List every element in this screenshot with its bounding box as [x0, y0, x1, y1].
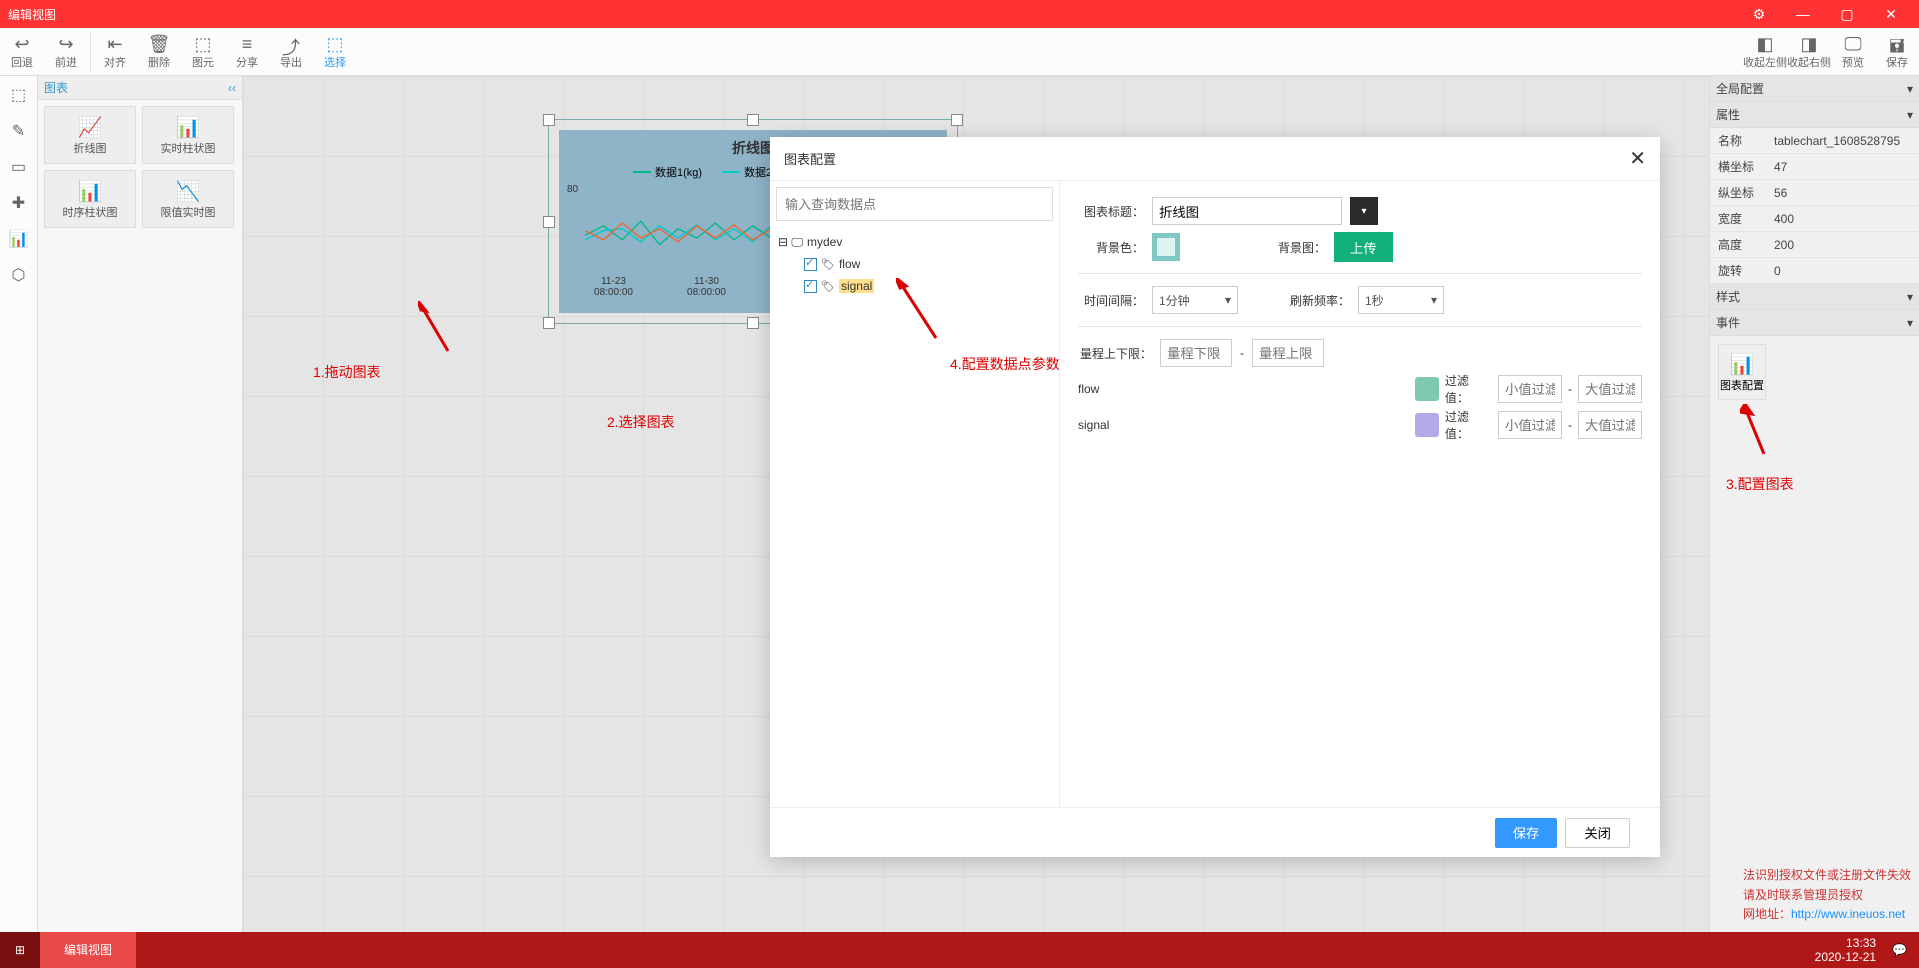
bg-color-picker[interactable] [1152, 233, 1180, 261]
annotation-2: 2.选择图表 [607, 412, 675, 432]
notification-icon[interactable]: 💬 [1892, 943, 1907, 957]
start-button[interactable]: ⊞ [0, 932, 40, 968]
resize-handle[interactable] [543, 114, 555, 126]
export-button[interactable]: ⤴导出 [269, 34, 313, 70]
toolbar: ↩回退 ↪前进 ⇤对齐 🗑删除 ⬚图元 ≡分享 ⤴导出 ⬚选择 ◧收起左侧 ◨收… [0, 28, 1919, 76]
properties-panel: 全局配置▾ 属性▾ 名称tablechart_1608528795 横坐标47 … [1709, 76, 1919, 952]
collapse-right-button[interactable]: ◨收起右侧 [1787, 34, 1831, 70]
close-button[interactable]: ✕ [1871, 0, 1911, 28]
resize-handle[interactable] [747, 114, 759, 126]
datapoint-search-input[interactable] [776, 187, 1053, 221]
magic-icon[interactable]: ✎ [6, 118, 32, 144]
prop-y[interactable]: 56 [1774, 186, 1919, 200]
tree-node-flow[interactable]: 🏷 flow [778, 253, 1051, 275]
event-header[interactable]: 事件 [1716, 310, 1740, 336]
collapse-left-button[interactable]: ◧收起左侧 [1743, 34, 1787, 70]
share-button[interactable]: ≡分享 [225, 34, 269, 70]
palette-timeseries-bar[interactable]: 📊时序柱状图 [44, 170, 136, 228]
prop-width[interactable]: 400 [1774, 212, 1919, 226]
align-button[interactable]: ⇤对齐 [93, 34, 137, 70]
collapse-icon[interactable]: ▾ [1907, 76, 1913, 102]
taskbar: ⊞ 编辑视图 13:332020-12-21 💬 [0, 932, 1919, 968]
clock: 13:332020-12-21 [1815, 936, 1876, 964]
taskbar-item[interactable]: 编辑视图 [40, 932, 136, 968]
titlebar: 编辑视图 ⚙ — ▢ ✕ [0, 0, 1919, 28]
tree-node-signal[interactable]: 🏷 signal [778, 275, 1051, 297]
dialog-close-icon[interactable]: ✕ [1629, 146, 1646, 171]
auth-warning: 法识别授权文件或注册文件失效 请及时联系管理员授权 网地址：http://www… [1743, 866, 1911, 924]
series-color-signal[interactable] [1415, 413, 1439, 437]
chart-title-input[interactable] [1152, 197, 1342, 225]
undo-button[interactable]: ↩回退 [0, 34, 44, 70]
global-config-header[interactable]: 全局配置 [1716, 76, 1764, 102]
shapes-icon[interactable]: ⬚ [6, 82, 32, 108]
layout-icon[interactable]: ▭ [6, 154, 32, 180]
tree-root[interactable]: ⊟ 🖵 mydev [778, 231, 1051, 253]
element-button[interactable]: ⬚图元 [181, 34, 225, 70]
palette-collapse-icon[interactable]: ‹‹ [228, 76, 236, 99]
prop-x[interactable]: 47 [1774, 160, 1919, 174]
palette-title: 图表 [44, 76, 68, 99]
palette-limit-chart[interactable]: 📉限值实时图 [142, 170, 234, 228]
signal-low-filter[interactable] [1498, 411, 1562, 439]
collapse-icon[interactable]: ▾ [1907, 102, 1913, 128]
interval-select[interactable]: 1分钟▾ [1152, 286, 1238, 314]
dialog-save-button[interactable]: 保存 [1495, 818, 1558, 848]
collapse-icon[interactable]: ▾ [1907, 284, 1913, 310]
prop-rotate[interactable]: 0 [1774, 264, 1919, 278]
upload-button[interactable]: 上传 [1334, 232, 1393, 262]
puzzle-icon[interactable]: ✚ [6, 190, 32, 216]
redo-button[interactable]: ↪前进 [44, 34, 88, 70]
minimize-button[interactable]: — [1783, 0, 1823, 28]
maximize-button[interactable]: ▢ [1827, 0, 1867, 28]
series-color-flow[interactable] [1415, 377, 1439, 401]
dialog-close-button[interactable]: 关闭 [1565, 818, 1630, 848]
signal-high-filter[interactable] [1578, 411, 1642, 439]
settings-icon[interactable]: ⚙ [1739, 0, 1779, 28]
flow-high-filter[interactable] [1578, 375, 1642, 403]
palette-realtime-bar[interactable]: 📊实时柱状图 [142, 106, 234, 164]
filter-name-flow: flow [1078, 382, 1409, 396]
delete-button[interactable]: 🗑删除 [137, 34, 181, 70]
attr-header[interactable]: 属性 [1716, 102, 1740, 128]
range-low-input[interactable] [1160, 339, 1232, 367]
range-high-input[interactable] [1252, 339, 1324, 367]
chart-palette: 图表 ‹‹ 📈折线图 📊实时柱状图 📊时序柱状图 📉限值实时图 [38, 76, 243, 952]
save-button[interactable]: 🖬保存 [1875, 34, 1919, 70]
preview-button[interactable]: 🖵预览 [1831, 34, 1875, 70]
datapoint-tree: ⊟ 🖵 mydev 🏷 flow 🏷 signal [770, 227, 1059, 301]
resize-handle[interactable] [747, 317, 759, 329]
style-header[interactable]: 样式 [1716, 284, 1740, 310]
filter-name-signal: signal [1078, 418, 1409, 432]
title-color-picker[interactable]: ▾ [1350, 197, 1378, 225]
prop-height[interactable]: 200 [1774, 238, 1919, 252]
select-button[interactable]: ⬚选择 [313, 34, 357, 70]
y-tick: 80 [567, 184, 578, 195]
chart-config-button[interactable]: 📊图表配置 [1718, 344, 1766, 400]
palette-line-chart[interactable]: 📈折线图 [44, 106, 136, 164]
refresh-select[interactable]: 1秒▾ [1358, 286, 1444, 314]
chart-config-dialog: 图表配置 ✕ ⊟ 🖵 mydev 🏷 flow 🏷 signal 图表标题： ▾… [770, 137, 1660, 857]
chart-icon[interactable]: 📊 [6, 226, 32, 252]
prop-name[interactable]: tablechart_1608528795 [1774, 134, 1919, 148]
left-icon-bar: ⬚ ✎ ▭ ✚ 📊 ⬡ [0, 76, 38, 952]
auth-url-link[interactable]: http://www.ineuos.net [1791, 907, 1905, 921]
window-title: 编辑视图 [8, 6, 56, 23]
cube-icon[interactable]: ⬡ [6, 262, 32, 288]
flow-low-filter[interactable] [1498, 375, 1562, 403]
resize-handle[interactable] [543, 216, 555, 228]
resize-handle[interactable] [543, 317, 555, 329]
annotation-1: 1.拖动图表 [313, 362, 381, 382]
collapse-icon[interactable]: ▾ [1907, 310, 1913, 336]
resize-handle[interactable] [951, 114, 963, 126]
dialog-title: 图表配置 [784, 149, 836, 168]
